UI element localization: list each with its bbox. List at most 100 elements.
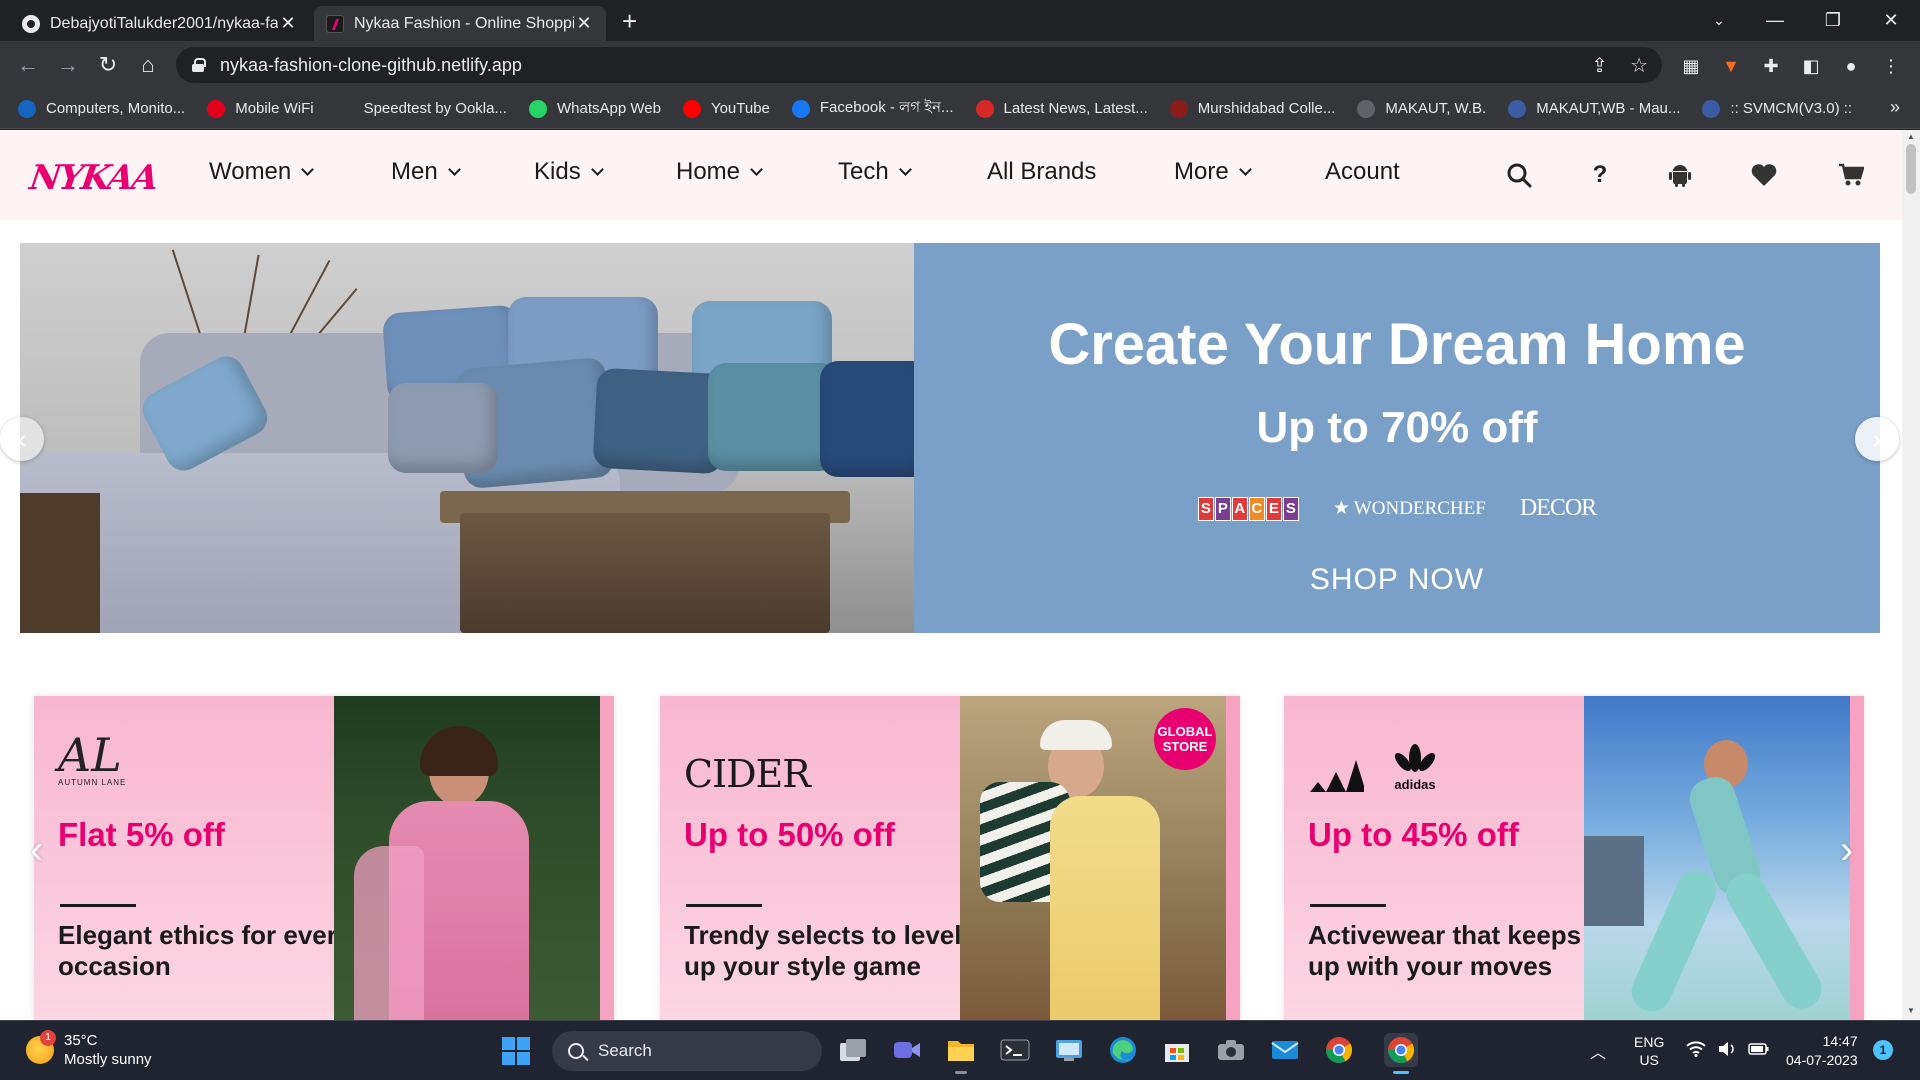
bookmark-label: Speedtest by Ookla...	[363, 100, 507, 117]
terminal-icon[interactable]	[998, 1033, 1032, 1067]
bookmarks-bar: Computers, Monito... Mobile WiFi Speedtest…	[0, 89, 1920, 129]
system-clock[interactable]: 14:47 04-07-2023	[1786, 1021, 1858, 1080]
nav-kids[interactable]: Kids	[534, 158, 604, 186]
tab-title: DebajyotiTalukder2001/nykaa-fashion-clon…	[50, 14, 278, 32]
tab-github[interactable]: DebajyotiTalukder2001/nykaa-fashion-clon…	[10, 6, 310, 41]
makaut-icon	[1508, 99, 1527, 118]
hero-prev-arrow-icon[interactable]: ‹	[0, 417, 44, 461]
bookmark-item[interactable]: MAKAUT, W.B.	[1357, 99, 1486, 118]
qr-code-icon[interactable]: ▦	[1680, 55, 1702, 77]
file-explorer-icon[interactable]	[944, 1033, 978, 1074]
lock-icon[interactable]	[192, 58, 206, 72]
windows-start-icon[interactable]	[502, 1037, 530, 1065]
task-view-icon[interactable]	[836, 1033, 870, 1067]
store-icon[interactable]	[1160, 1033, 1194, 1067]
bookmark-item[interactable]: WhatsApp Web	[528, 99, 661, 118]
profile-icon[interactable]: ●	[1840, 55, 1862, 77]
nykaa-logo[interactable]: NYKAA	[27, 158, 159, 198]
chevron-down-icon	[750, 162, 763, 176]
bookmark-item[interactable]: Mobile WiFi	[207, 99, 314, 118]
bookmark-label: Latest News, Latest...	[1003, 100, 1148, 117]
tab-search-icon[interactable]: ⌄	[1694, 0, 1744, 40]
scroll-up-icon[interactable]: ▲	[1907, 132, 1915, 141]
star-icon: ★	[1332, 498, 1350, 519]
meet-icon[interactable]	[890, 1033, 924, 1067]
close-window-icon[interactable]: ✕	[1866, 0, 1916, 40]
mail-icon[interactable]	[1268, 1033, 1302, 1067]
scroll-down-icon[interactable]: ▼	[1907, 1006, 1915, 1015]
nav-home[interactable]: Home	[676, 158, 763, 186]
wishlist-heart-icon[interactable]	[1749, 160, 1779, 190]
browser-tab-strip: DebajyotiTalukder2001/nykaa-fashion-clon…	[0, 0, 1920, 41]
new-tab-button[interactable]: +	[622, 7, 637, 35]
bookmark-item[interactable]: MAKAUT,WB - Mau...	[1508, 99, 1681, 118]
promo-card-adidas[interactable]: adidas Up to 45% off Activewear that kee…	[1284, 696, 1864, 1020]
camera-icon[interactable]	[1214, 1033, 1248, 1067]
android-icon[interactable]	[1665, 160, 1695, 190]
card-edge	[600, 696, 614, 1020]
globe-icon	[1357, 99, 1376, 118]
cards-next-arrow-icon[interactable]: ›	[1840, 828, 1853, 873]
chrome-icon[interactable]	[1322, 1033, 1356, 1067]
chrome-active-icon[interactable]	[1384, 1033, 1418, 1074]
hero-next-arrow-icon[interactable]: ›	[1855, 417, 1899, 461]
tray-overflow-icon[interactable]: ︿	[1590, 1021, 1606, 1080]
promo-card-cider[interactable]: CIDER Up to 50% off Trendy selects to le…	[660, 696, 1240, 1020]
reload-icon[interactable]: ↻	[92, 49, 124, 81]
bookmark-item[interactable]: Murshidabad Colle...	[1169, 99, 1335, 118]
chevron-down-icon	[301, 162, 315, 176]
tab-close-icon[interactable]: ✕	[278, 13, 298, 34]
minimize-icon[interactable]: —	[1750, 0, 1800, 40]
tab-close-icon[interactable]: ✕	[574, 13, 594, 34]
extensions-puzzle-icon[interactable]: ✚	[1760, 55, 1782, 77]
bookmark-star-icon[interactable]: ☆	[1630, 53, 1648, 78]
volume-icon	[1718, 1041, 1736, 1062]
spaces-letter: P	[1214, 496, 1231, 521]
promo-card-autumn-lane[interactable]: AL AUTUMN LANE Flat 5% off Elegant ethic…	[34, 696, 614, 1020]
help-icon[interactable]: ?	[1585, 160, 1615, 190]
adidas-stripes-icon	[1310, 760, 1364, 792]
cart-icon[interactable]	[1836, 160, 1866, 190]
bookmark-item[interactable]: YouTube	[682, 99, 770, 118]
edge-icon[interactable]	[1106, 1033, 1140, 1067]
system-tray[interactable]	[1686, 1021, 1770, 1080]
forward-icon[interactable]: →	[52, 49, 84, 81]
bookmark-item[interactable]: Facebook - লগ ইন...	[791, 96, 954, 121]
language-indicator[interactable]: ENG US	[1634, 1021, 1664, 1080]
bookmark-item[interactable]: Latest News, Latest...	[975, 99, 1148, 118]
hero-banner[interactable]: Create Your Dream Home Up to 70% off SPA…	[20, 243, 1880, 633]
restore-icon[interactable]: ❐	[1808, 0, 1858, 40]
bookmark-label: Facebook - লগ ইন...	[819, 99, 954, 116]
nav-men[interactable]: Men	[391, 158, 461, 186]
weather-widget[interactable]: 1 35°C Mostly sunny	[26, 1030, 152, 1069]
cards-prev-arrow-icon[interactable]: ‹	[30, 828, 43, 873]
nav-more[interactable]: More	[1174, 158, 1252, 186]
nav-account[interactable]: Acount	[1325, 158, 1400, 186]
bookmark-item[interactable]: Computers, Monito...	[18, 99, 185, 118]
menu-kebab-icon[interactable]: ⋮	[1880, 55, 1902, 77]
nav-tech[interactable]: Tech	[838, 158, 912, 186]
url-text[interactable]: nykaa-fashion-clone-github.netlify.app	[220, 55, 522, 76]
address-bar[interactable]: nykaa-fashion-clone-github.netlify.app ⇪…	[176, 47, 1662, 83]
tab-nykaa[interactable]: Nykaa Fashion - Online Shopping Site ✕	[314, 6, 606, 41]
control-panel-icon[interactable]	[1052, 1033, 1086, 1067]
search-icon[interactable]	[1504, 160, 1534, 190]
shop-now-link[interactable]: SHOP NOW	[914, 563, 1880, 597]
scroll-thumb[interactable]	[1906, 144, 1916, 194]
taskbar-search[interactable]: Search	[552, 1031, 822, 1071]
bookmark-label: MAKAUT,WB - Mau...	[1536, 100, 1681, 117]
page-scrollbar[interactable]: ▲ ▼	[1902, 130, 1920, 1020]
bookmarks-overflow-icon[interactable]: »	[1890, 97, 1900, 118]
nav-women[interactable]: Women	[209, 158, 315, 186]
share-icon[interactable]: ⇪	[1591, 53, 1608, 78]
bookmark-label: YouTube	[710, 100, 770, 117]
brand-name: adidas	[1394, 777, 1436, 792]
side-panel-icon[interactable]: ◧	[1800, 55, 1822, 77]
back-icon[interactable]: ←	[12, 49, 44, 81]
bookmark-item[interactable]: Speedtest by Ookla...	[335, 99, 507, 118]
bookmark-item[interactable]: :: SVMCM(V3.0) ::	[1702, 99, 1852, 118]
notification-badge[interactable]: 1	[1873, 1040, 1893, 1060]
nav-all-brands[interactable]: All Brands	[987, 158, 1096, 186]
home-icon[interactable]: ⌂	[132, 49, 164, 81]
brave-extension-icon[interactable]: ▼	[1720, 55, 1742, 77]
